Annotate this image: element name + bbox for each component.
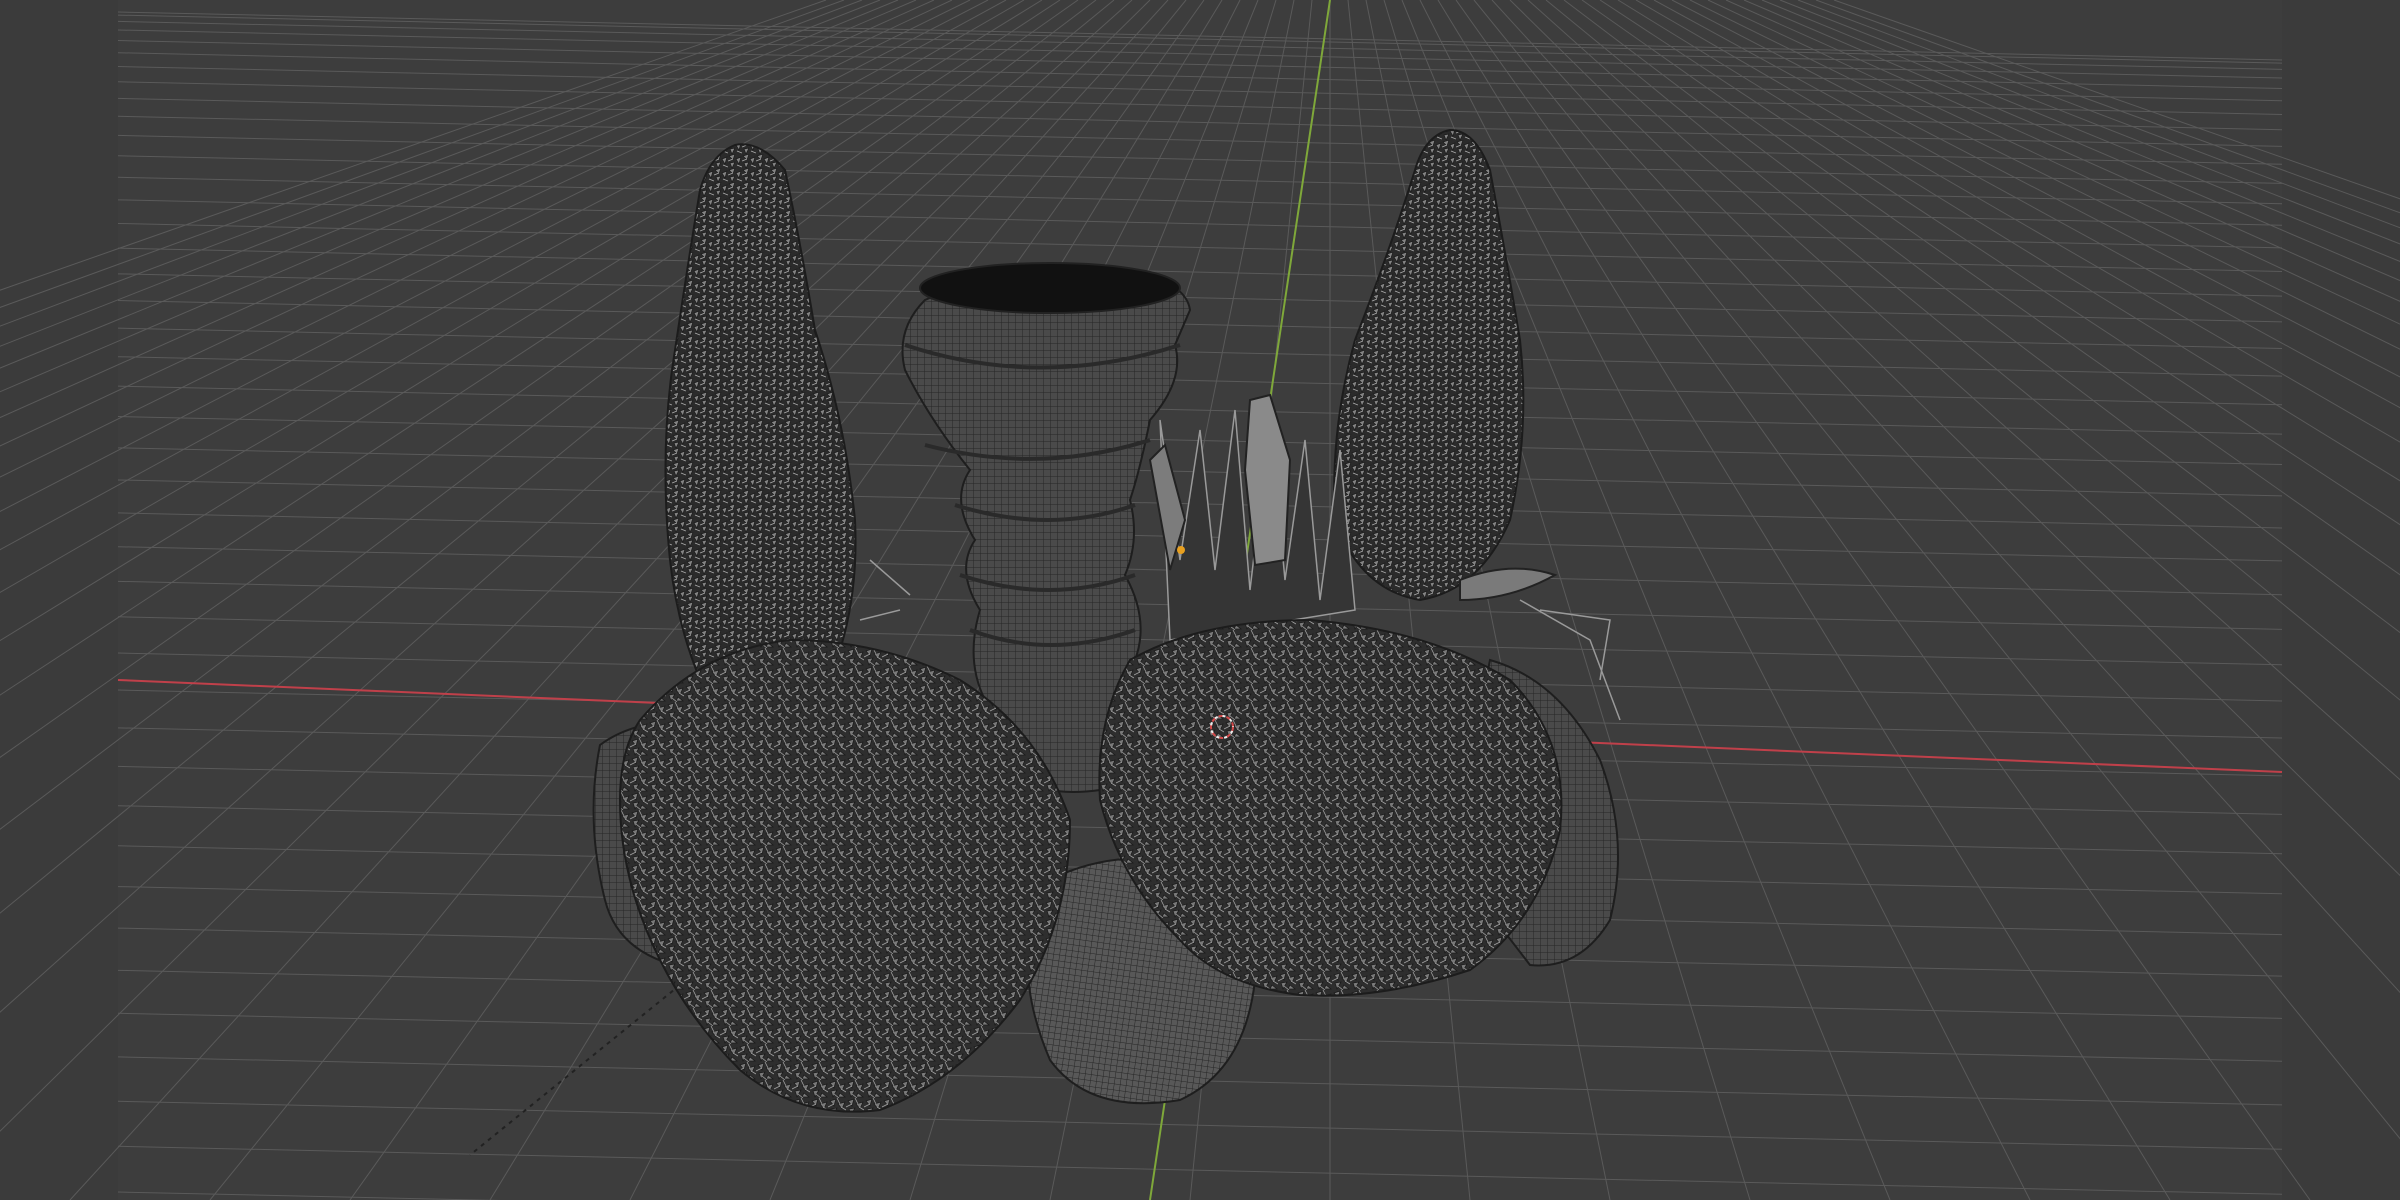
grid-line — [1635, 0, 2400, 443]
grid-line — [1689, 0, 2400, 350]
grid-line — [117, 176, 2283, 226]
grid-line — [1509, 0, 2400, 877]
cypress-tree-right[interactable] — [1333, 128, 1525, 602]
grid-line — [1779, 0, 2400, 245]
guide-dotted-line — [469, 984, 681, 1156]
grid-line — [117, 1100, 2283, 1150]
grid-line — [117, 115, 2283, 165]
grid-line — [117, 14, 2283, 64]
grid-line — [1455, 0, 2311, 1200]
grid-line — [1761, 0, 2400, 263]
grid-line — [1419, 0, 2031, 1200]
cypress-tree-left[interactable] — [664, 143, 857, 728]
grid-line — [1707, 0, 2400, 325]
grid-line — [1725, 0, 2400, 302]
grid-line — [1491, 0, 2400, 994]
grid-line — [1545, 0, 2400, 701]
grid-line — [1473, 0, 2400, 1140]
grid-line — [117, 29, 2283, 79]
grid-line — [1617, 0, 2400, 482]
grid-line — [117, 356, 2283, 406]
viewport-canvas[interactable] — [0, 0, 2400, 1200]
grid-line — [117, 199, 2283, 249]
grid-line — [117, 1191, 502, 1200]
grid-line — [1437, 0, 2171, 1200]
object-origin-icon[interactable] — [1177, 546, 1185, 554]
grid-line — [117, 385, 2283, 435]
grid-line — [1527, 0, 2400, 781]
grid-line — [1671, 0, 2400, 378]
grid-line — [117, 247, 2283, 297]
grid-line — [1743, 0, 2400, 282]
grid-line — [117, 39, 2283, 89]
grid-line — [117, 66, 2283, 116]
grid-line — [1599, 0, 2400, 526]
grid-line — [117, 20, 2283, 70]
grid-line — [117, 155, 2283, 205]
grid-line — [117, 1145, 2283, 1195]
3d-viewport[interactable] — [0, 0, 2400, 1200]
